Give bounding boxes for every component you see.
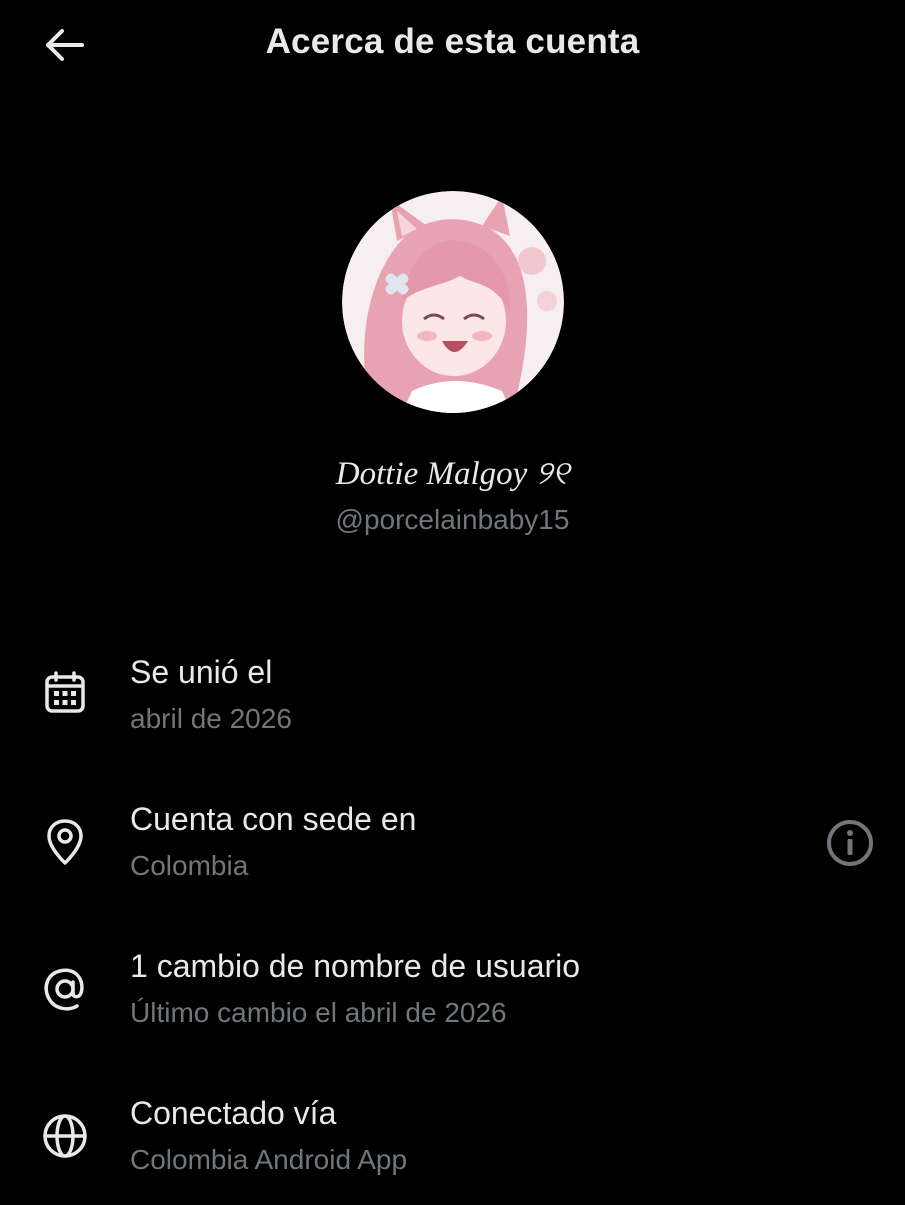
page-title: Acerca de esta cuenta <box>265 22 640 61</box>
username-handle: @porcelainbaby15 <box>335 504 570 535</box>
info-button[interactable] <box>822 815 878 871</box>
location-row: Cuenta con sede en Colombia <box>0 801 905 911</box>
joined-value: abril de 2026 <box>130 703 292 734</box>
at-sign-icon <box>38 962 92 1016</box>
connected-via-row: Conectado vía Colombia Android App <box>0 1095 905 1205</box>
location-value: Colombia <box>130 850 249 881</box>
joined-label: Se unió el <box>130 654 273 690</box>
joined-row: Se unió el abril de 2026 <box>0 654 905 764</box>
username-change-label: 1 cambio de nombre de usuario <box>130 948 581 984</box>
info-icon <box>827 820 873 866</box>
top-bar: Acerca de esta cuenta <box>0 0 905 92</box>
username-change-value: Último cambio el abril de 2026 <box>130 997 507 1028</box>
calendar-icon <box>38 666 92 720</box>
connected-via-value: Colombia Android App <box>130 1144 408 1175</box>
avatar[interactable] <box>342 191 564 413</box>
location-pin-icon <box>38 815 92 869</box>
display-name: Dottie Malgoy ୨୧ <box>335 456 570 492</box>
location-label: Cuenta con sede en <box>130 801 417 837</box>
avatar-image <box>342 191 564 413</box>
username-change-row: 1 cambio de nombre de usuario Último cam… <box>0 948 905 1058</box>
connected-via-label: Conectado vía <box>130 1095 337 1131</box>
globe-icon <box>38 1109 92 1163</box>
